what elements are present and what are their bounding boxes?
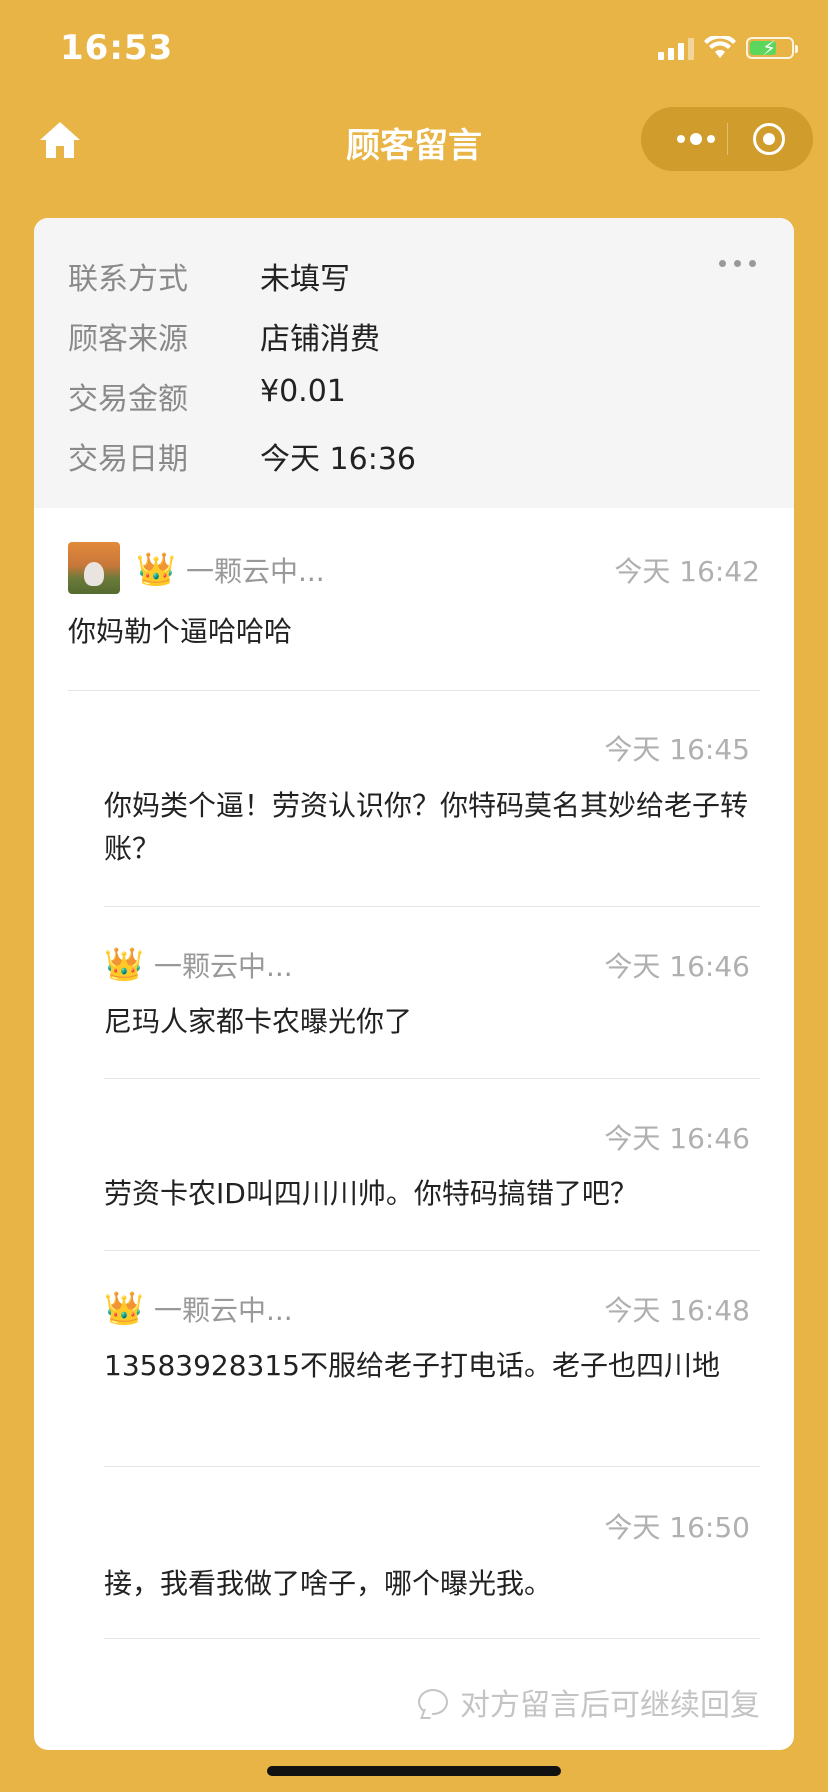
message-time: 今天 16:46 [604,950,750,983]
close-target-icon[interactable] [753,123,785,155]
divider [104,906,760,907]
crown-icon: 👑 [104,1289,144,1327]
message-text: 尼玛人家都卡农曝光你了 [104,1005,413,1038]
customer-avatar[interactable] [68,542,120,594]
divider [104,1250,760,1251]
message-time: 今天 16:50 [604,1511,750,1544]
crown-icon: 👑 [104,945,144,983]
more-dots-icon[interactable] [719,260,756,267]
info-value: 未填写 [260,262,350,297]
message-card: 联系方式 未填写 顾客来源 店铺消费 交易金额 ¥0.01 交易日期 今天 16… [34,218,794,1750]
chat-bubble-icon [418,1689,448,1715]
crown-icon: 👑 [136,550,176,588]
info-value: 今天 16:36 [260,442,416,477]
customer-name: 一颗云中... [154,1294,293,1327]
reply-hint: 对方留言后可继续回复 [418,1680,760,1724]
divider [68,690,760,691]
message-text: 13583928315不服给老子打电话。老子也四川地 [104,1349,720,1382]
customer-name: 一颗云中... [186,555,325,588]
info-label: 交易金额 [68,382,188,417]
info-label: 联系方式 [68,262,188,297]
message-time: 今天 16:48 [604,1294,750,1327]
customer-info-panel: 联系方式 未填写 顾客来源 店铺消费 交易金额 ¥0.01 交易日期 今天 16… [34,218,794,508]
status-time: 16:53 [60,28,174,68]
customer-name: 一颗云中... [154,950,293,983]
info-value: 店铺消费 [260,322,380,357]
info-label: 顾客来源 [68,322,188,357]
message-text: 你妈勒个逼哈哈哈 [68,615,293,648]
reply-hint-text: 对方留言后可继续回复 [460,1688,760,1723]
status-icons: ⚡ [658,36,798,60]
message-text: 接，我看我做了啥子，哪个曝光我。 [104,1567,553,1600]
info-label: 交易日期 [68,442,188,477]
message-time: 今天 16:45 [604,733,750,766]
more-options-icon[interactable] [667,107,725,171]
info-value: ¥0.01 [260,374,346,409]
divider [104,1638,760,1639]
capsule-divider [727,123,728,155]
message-time: 今天 16:42 [614,555,760,588]
divider [104,1078,760,1079]
mini-program-capsule [641,107,813,171]
status-bar: 16:53 ⚡ [0,0,828,100]
battery-icon: ⚡ [746,37,798,59]
divider [104,1466,760,1467]
wifi-icon [704,36,736,58]
cellular-signal-icon [658,36,694,60]
home-indicator[interactable] [267,1766,561,1776]
message-text: 劳资卡农ID叫四川川帅。你特码搞错了吧？ [104,1177,638,1210]
message-time: 今天 16:46 [604,1122,750,1155]
message-text: 你妈类个逼！劳资认识你？你特码莫名其妙给老子转账？ [104,789,749,865]
